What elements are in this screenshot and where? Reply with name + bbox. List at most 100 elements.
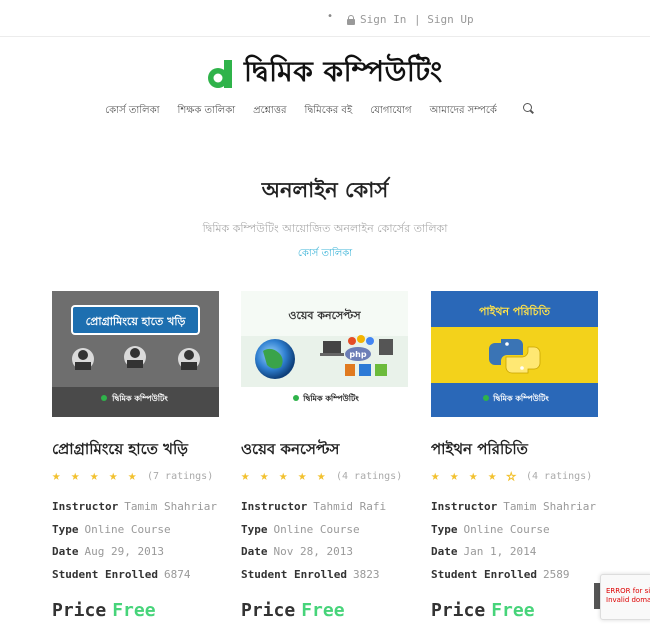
sign-in-link[interactable]: Sign In xyxy=(347,13,406,26)
star-icon: ★ xyxy=(241,468,250,484)
price-value: Free xyxy=(112,600,156,621)
course-rating: ★ ★ ★ ★ ★ (4 ratings) xyxy=(431,468,593,484)
rating-count: (7 ratings) xyxy=(147,470,214,482)
price-value: Free xyxy=(301,600,345,621)
lock-icon xyxy=(347,14,355,25)
course-thumbnail[interactable]: ওয়েব কনসেপ্টস php দ্বিমিক কম্পিউটিং xyxy=(241,291,408,417)
instructor-label: Instructor xyxy=(241,500,308,513)
course-price: Price Free xyxy=(241,600,345,621)
thumb-footer: দ্বিমিক কম্পিউটিং xyxy=(492,392,549,403)
course-title[interactable]: প্রোগ্রামিংয়ে হাতে খড়ি xyxy=(52,438,188,463)
rating-count: (4 ratings) xyxy=(336,470,403,482)
instructor-link[interactable]: Tahmid Rafi xyxy=(313,500,386,513)
course-date: Date Nov 28, 2013 xyxy=(241,545,353,558)
type-label: Type xyxy=(431,523,458,536)
course-type: Type Online Course xyxy=(241,523,360,536)
type-value: Online Course xyxy=(273,523,360,536)
page-title: অনলাইন কোর্স xyxy=(261,177,389,202)
search-icon[interactable] xyxy=(522,103,535,115)
course-type: Type Online Course xyxy=(52,523,171,536)
instructor-label: Instructor xyxy=(431,500,498,513)
type-value: Online Course xyxy=(84,523,171,536)
instructor-link[interactable]: Tamim Shahriar xyxy=(124,500,217,513)
course-card: ওয়েব কনসেপ্টস php দ্বিমিক কম্পিউটিং ওয়… xyxy=(241,291,408,621)
price-label: Price xyxy=(52,600,107,621)
course-date: Date Jan 1, 2014 xyxy=(431,545,536,558)
course-instructor: Instructor Tamim Shahriar xyxy=(52,500,217,513)
nav-item-books[interactable]: দ্বিমিকের বই xyxy=(305,103,353,120)
type-label: Type xyxy=(52,523,79,536)
date-value: Aug 29, 2013 xyxy=(84,545,164,558)
site-logo[interactable]: দ্বিমিক কম্পিউটিং xyxy=(206,50,443,97)
svg-text:php: php xyxy=(349,350,366,359)
star-icon: ★ xyxy=(260,468,269,484)
enrolled-label: Student Enrolled xyxy=(431,568,537,581)
course-title[interactable]: পাইথন পরিচিতি xyxy=(431,438,528,463)
thumb-heading: প্রোগ্রামিংয়ে হাতে খড়ি xyxy=(86,314,187,328)
course-price: Price Free xyxy=(431,600,535,621)
thumb-footer: দ্বিমিক কম্পিউটিং xyxy=(302,392,359,403)
course-instructor: Instructor Tahmid Rafi xyxy=(241,500,386,513)
course-enrolled: Student Enrolled 6874 xyxy=(52,568,190,581)
star-icon: ★ xyxy=(431,468,440,484)
price-label: Price xyxy=(241,600,296,621)
price-value: Free xyxy=(491,600,535,621)
course-card: পাইথন পরিচিতি দ্বিমিক কম্পিউটিং পাইথন পর… xyxy=(431,291,598,621)
star-icon: ★ xyxy=(469,468,478,484)
nav-item-about[interactable]: আমাদের সম্পর্কে xyxy=(430,103,497,120)
course-thumbnail-image: প্রোগ্রামিংয়ে হাতে খড়ি দ্বিমিক কম্পিউট… xyxy=(52,291,219,417)
star-icon: ★ xyxy=(317,468,326,484)
enrolled-label: Student Enrolled xyxy=(52,568,158,581)
star-icon: ★ xyxy=(128,468,137,484)
course-type: Type Online Course xyxy=(431,523,550,536)
course-title[interactable]: ওয়েব কনসেপ্টস xyxy=(241,438,339,463)
main-nav: কোর্স তালিকা শিক্ষক তালিকা প্রশ্নোত্তর দ… xyxy=(0,103,650,120)
star-icon: ★ xyxy=(71,468,80,484)
course-enrolled: Student Enrolled 2589 xyxy=(431,568,569,581)
course-thumbnail-image: পাইথন পরিচিতি দ্বিমিক কম্পিউটিং xyxy=(431,291,598,417)
star-icon: ★ xyxy=(279,468,288,484)
course-thumbnail[interactable]: প্রোগ্রামিংয়ে হাতে খড়ি দ্বিমিক কম্পিউট… xyxy=(52,291,219,417)
recaptcha-badge[interactable]: ERROR for si Invalid doma xyxy=(600,574,650,620)
nav-item-courses[interactable]: কোর্স তালিকা xyxy=(105,103,159,120)
enrolled-value: 3823 xyxy=(352,568,380,581)
course-enrolled: Student Enrolled 3823 xyxy=(241,568,379,581)
page-subtitle: দ্বিমিক কম্পিউটিং আয়োজিত অনলাইন কোর্সের… xyxy=(202,222,448,235)
thumb-footer: দ্বিমিক কম্পিউটিং xyxy=(111,392,168,403)
course-price: Price Free xyxy=(52,600,156,621)
breadcrumb[interactable]: কোর্স তালিকা xyxy=(0,246,650,263)
logo-text: দ্বিমিক কম্পিউটিং xyxy=(244,55,443,88)
instructor-link[interactable]: Tamim Shahriar xyxy=(503,500,596,513)
enrolled-value: 2589 xyxy=(542,568,570,581)
instructor-label: Instructor xyxy=(52,500,119,513)
star-icon: ★ xyxy=(450,468,459,484)
sign-in-label: Sign In xyxy=(360,13,407,26)
course-thumbnail-image: ওয়েব কনসেপ্টস php দ্বিমিক কম্পিউটিং xyxy=(241,291,408,417)
thumb-heading: ওয়েব কনসেপ্টস xyxy=(288,308,361,322)
course-date: Date Aug 29, 2013 xyxy=(52,545,164,558)
date-value: Jan 1, 2014 xyxy=(463,545,537,558)
course-thumbnail[interactable]: পাইথন পরিচিতি দ্বিমিক কম্পিউটিং xyxy=(431,291,598,417)
date-label: Date xyxy=(52,545,79,558)
star-icon: ★ xyxy=(52,468,61,484)
recaptcha-error: ERROR for si Invalid doma xyxy=(606,587,650,605)
top-bar: • Sign In | Sign Up xyxy=(0,0,650,37)
course-card: প্রোগ্রামিংয়ে হাতে খড়ি দ্বিমিক কম্পিউট… xyxy=(52,291,219,621)
star-icon: ★ xyxy=(90,468,99,484)
recaptcha-error-line: ERROR for si xyxy=(606,587,650,595)
logo-icon xyxy=(206,58,236,90)
nav-item-teachers[interactable]: শিক্ষক তালিকা xyxy=(177,103,235,120)
date-label: Date xyxy=(431,545,458,558)
nav-item-qa[interactable]: প্রশ্নোত্তর xyxy=(253,103,286,120)
price-label: Price xyxy=(431,600,486,621)
recaptcha-error-line: Invalid doma xyxy=(606,596,650,604)
sign-up-link[interactable]: | Sign Up xyxy=(414,13,474,26)
thumb-heading: পাইথন পরিচিতি xyxy=(479,304,551,318)
nav-item-contact[interactable]: যোগাযোগ xyxy=(370,103,411,120)
type-label: Type xyxy=(241,523,268,536)
star-icon: ★ xyxy=(298,468,307,484)
course-instructor: Instructor Tamim Shahriar xyxy=(431,500,596,513)
course-rating: ★ ★ ★ ★ ★ (7 ratings) xyxy=(52,469,213,483)
rating-count: (4 ratings) xyxy=(526,470,593,482)
star-half-icon: ★ xyxy=(488,469,507,483)
